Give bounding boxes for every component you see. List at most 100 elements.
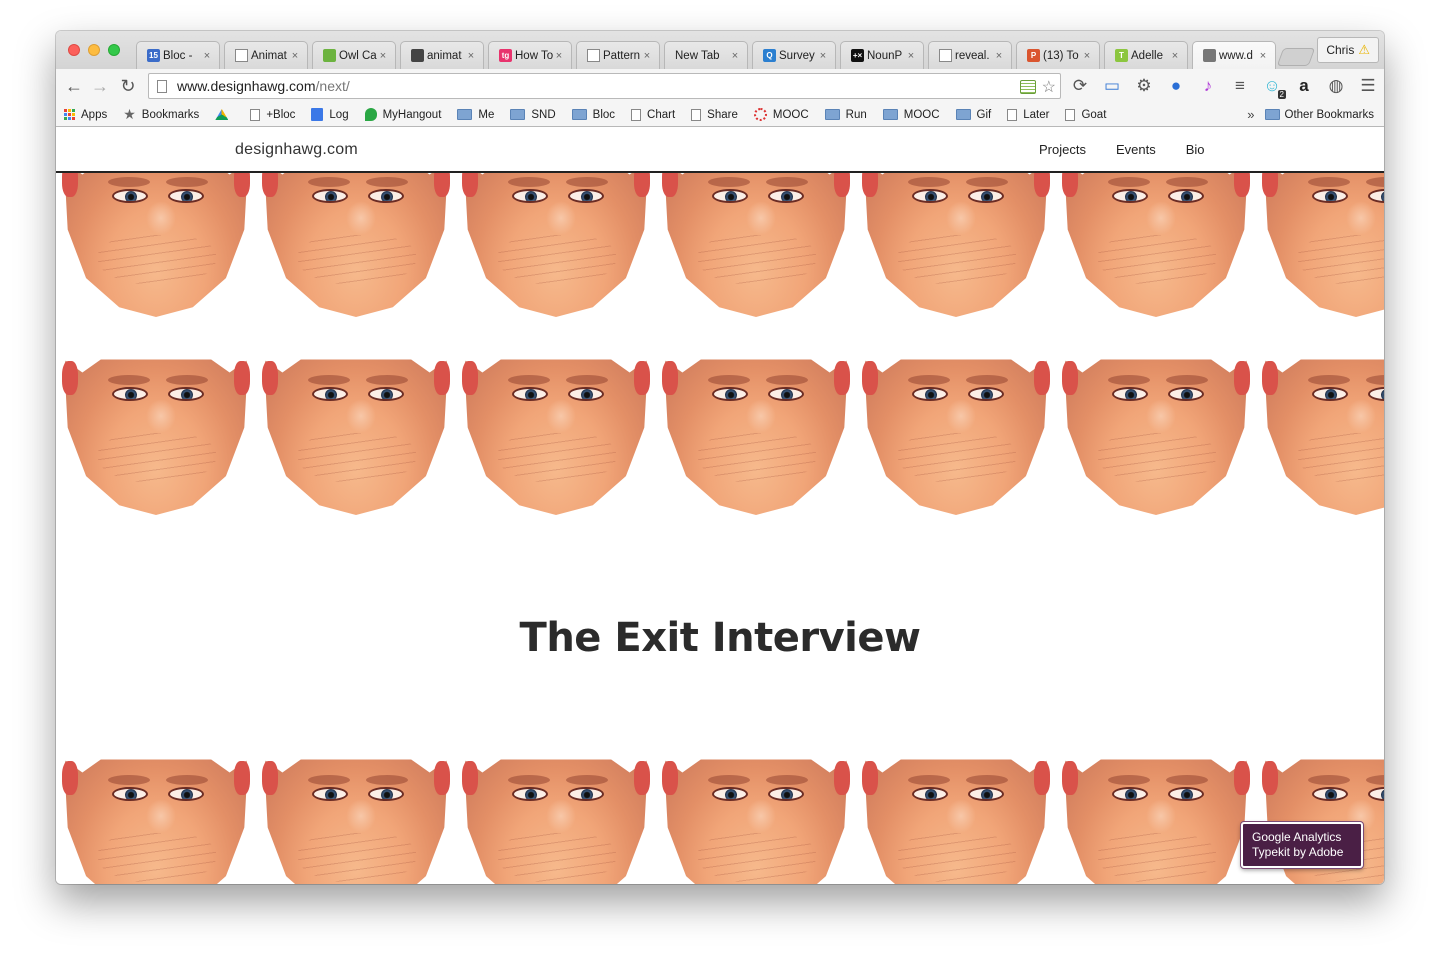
bookmark-item[interactable]: MOOC [882,109,940,121]
bookmark-item[interactable]: Chart [631,108,675,121]
browser-tab[interactable]: Owl Ca × [312,41,396,69]
extension-badge: 2 [1277,90,1286,99]
bookmark-item[interactable]: Run [824,109,867,121]
forward-button[interactable]: → [88,74,112,98]
tab-title: (13) To [1043,49,1079,62]
bookmark-item[interactable]: Gif [955,109,991,121]
nav-events[interactable]: Events [1116,142,1156,157]
designhawg-icon [1203,49,1216,62]
reload-icon: ↻ [120,75,136,96]
site-logo[interactable]: designhawg.com [235,141,358,159]
analytics-badge[interactable]: Google Analytics Typekit by Adobe [1241,822,1363,868]
close-tab-icon[interactable]: × [553,50,565,62]
bookmark-item[interactable]: Share [691,108,738,121]
browser-tab[interactable]: animat × [400,41,484,69]
screenshot-extension-icon[interactable]: ▭ [1100,74,1124,98]
ghostery-icon[interactable]: ☺ 2 [1260,74,1286,99]
nav-bio[interactable]: Bio [1186,142,1205,157]
sync-extension-icon[interactable]: ⟳ [1068,74,1092,98]
compass-icon[interactable]: ◍ [1324,74,1348,98]
face-brow-l [508,375,550,385]
close-tab-icon[interactable]: × [377,50,389,62]
calendar-15-icon: 15 [147,49,160,62]
face-brow-l [308,177,350,187]
close-tab-icon[interactable]: × [1169,50,1181,62]
tab-title: NounP [867,49,903,62]
close-window-button[interactable] [68,44,80,56]
back-button[interactable]: ← [62,74,86,98]
close-tab-icon[interactable]: × [1081,50,1093,62]
face-eye-l [512,189,548,203]
drive-icon [215,109,229,120]
bookmark-item[interactable]: Log [311,108,349,121]
globe-extension-icon[interactable]: ● [1164,74,1188,98]
browser-tab[interactable]: New Tab × [664,41,748,69]
face-eye-l [1112,787,1148,801]
menu-icon[interactable]: ☰ [1356,74,1380,98]
settings-gear-icon[interactable]: ⚙ [1132,74,1156,98]
bookmark-item[interactable]: Goat [1065,108,1106,121]
bookmark-item[interactable]: ★ Bookmarks [123,106,199,123]
bookmark-item[interactable]: +Bloc [250,108,295,121]
tab-strip: 15 Bloc - × Animat × Owl Ca × animat × tg How To × P… [56,31,1384,69]
browser-tab[interactable]: P (13) To × [1016,41,1100,69]
reload-button[interactable]: ↻ [116,74,140,98]
folder-icon [824,109,840,120]
zoom-window-button[interactable] [108,44,120,56]
new-tab-button[interactable] [1276,48,1316,66]
bookmark-item[interactable] [215,109,234,120]
browser-toolbar: ← → ↻ www.designhawg.com/next/ ☆ ⟳ ▭ ⚙ ●… [56,69,1384,103]
close-tab-icon[interactable]: × [201,50,213,62]
close-tab-icon[interactable]: × [993,50,1005,62]
amazon-icon[interactable]: a [1292,74,1316,98]
music-note-icon[interactable]: ♪ [1196,74,1220,98]
face-image [56,753,256,884]
browser-tab[interactable]: T Adelle × [1104,41,1188,69]
owl-icon [323,49,336,62]
face-wrinkles [898,433,1016,483]
face-brow-l [908,177,950,187]
browser-tab[interactable]: reveal. × [928,41,1012,69]
close-tab-icon[interactable]: × [905,50,917,62]
profile-button[interactable]: Chris ⚠ [1317,37,1379,63]
close-tab-icon[interactable]: × [817,50,829,62]
bookmark-item[interactable]: Later [1007,108,1049,121]
other-bookmarks-folder[interactable]: Other Bookmarks [1264,109,1374,121]
bookmark-item[interactable]: SND [510,109,556,121]
browser-tab[interactable]: 15 Bloc - × [136,41,220,69]
bookmark-star-icon[interactable]: ☆ [1042,77,1056,97]
browser-tab[interactable]: Q Survey × [752,41,836,69]
face-image [1056,155,1256,320]
bookmark-item[interactable]: MyHangout [364,108,441,121]
bookmark-item[interactable]: Me [457,109,494,121]
browser-tab[interactable]: www.d × [1192,41,1276,69]
face-brow-r [366,775,408,785]
bookmark-item[interactable]: MOOC [753,108,809,121]
close-tab-icon[interactable]: × [1257,50,1269,62]
bookmarks-overflow-button[interactable]: » [1247,107,1254,122]
face-image [256,753,456,884]
face-brow-l [708,375,750,385]
close-tab-icon[interactable]: × [289,50,301,62]
bookmark-item[interactable]: Bloc [571,109,615,121]
face-brow-l [308,775,350,785]
bookmark-item[interactable]: Apps [64,109,107,121]
face-ear-l [1062,761,1078,795]
buffer-stack-icon[interactable]: ≡ [1228,74,1252,98]
face-image [1056,753,1256,884]
address-bar[interactable]: www.designhawg.com/next/ ☆ [148,73,1061,99]
browser-tab[interactable]: tg How To × [488,41,572,69]
nav-projects[interactable]: Projects [1039,142,1086,157]
typekit-icon: T [1115,49,1128,62]
close-tab-icon[interactable]: × [729,50,741,62]
reader-mode-icon[interactable] [1019,80,1036,94]
browser-tab[interactable]: Animat × [224,41,308,69]
page-icon [1065,108,1076,121]
face-brow-r [1166,775,1208,785]
browser-tab[interactable]: Pattern × [576,41,660,69]
tab-title: www.d [1219,49,1253,62]
minimize-window-button[interactable] [88,44,100,56]
close-tab-icon[interactable]: × [465,50,477,62]
close-tab-icon[interactable]: × [641,50,653,62]
browser-tab[interactable]: +× NounP × [840,41,924,69]
